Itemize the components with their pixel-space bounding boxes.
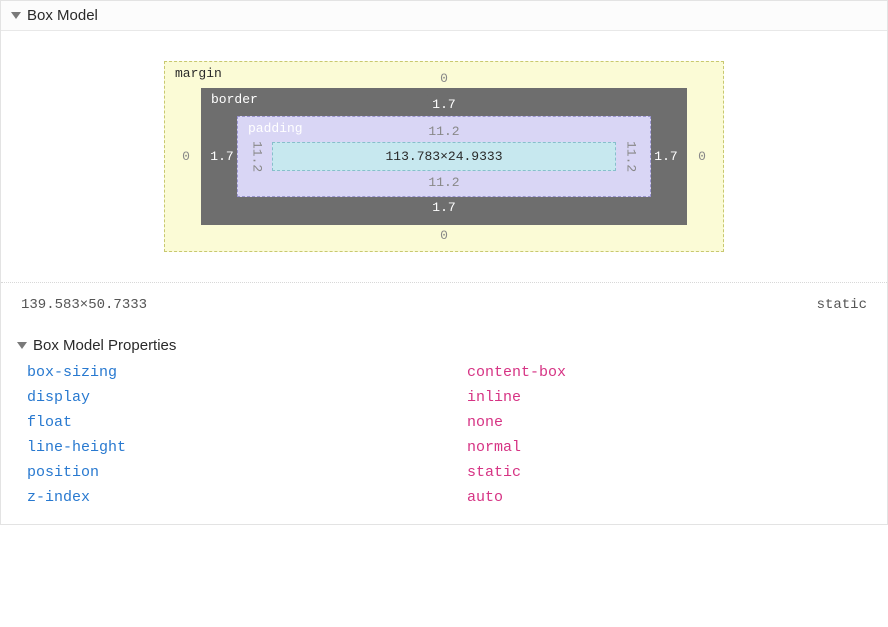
border-left-value[interactable]: 1.7 xyxy=(202,147,241,167)
padding-label: padding xyxy=(248,121,303,136)
property-name: display xyxy=(27,389,467,406)
property-name: line-height xyxy=(27,439,467,456)
chevron-down-icon xyxy=(17,342,27,349)
border-region[interactable]: border 1.7 1.7 padding 11.2 11.2 113.783… xyxy=(201,88,687,225)
box-model-properties-section: Box Model Properties box-sizingcontent-b… xyxy=(1,331,887,524)
property-row[interactable]: z-indexauto xyxy=(1,485,887,510)
box-model-panel: Box Model margin 0 0 border 1.7 1.7 padd… xyxy=(0,0,888,525)
property-value[interactable]: inline xyxy=(467,389,521,406)
property-row[interactable]: positionstatic xyxy=(1,460,887,485)
border-label: border xyxy=(211,92,258,107)
section-title: Box Model xyxy=(27,7,98,24)
border-bottom-value[interactable]: 1.7 xyxy=(424,198,463,218)
box-model-diagram: margin 0 0 border 1.7 1.7 padding 11.2 1… xyxy=(1,31,887,283)
property-value[interactable]: normal xyxy=(467,439,521,456)
property-name: position xyxy=(27,464,467,481)
property-name: box-sizing xyxy=(27,364,467,381)
margin-bottom-value[interactable]: 0 xyxy=(440,228,448,243)
border-right-value[interactable]: 1.7 xyxy=(646,147,685,167)
margin-label: margin xyxy=(175,66,222,81)
padding-region[interactable]: padding 11.2 11.2 113.783×24.9333 11.2 1… xyxy=(237,116,651,197)
margin-left-value[interactable]: 0 xyxy=(182,149,190,164)
padding-right-value[interactable]: 11.2 xyxy=(624,141,639,172)
property-name: float xyxy=(27,414,467,431)
box-model-properties-header[interactable]: Box Model Properties xyxy=(1,331,887,360)
content-region[interactable]: 113.783×24.9333 xyxy=(272,142,616,171)
section-title: Box Model Properties xyxy=(33,337,176,354)
margin-right-value[interactable]: 0 xyxy=(698,149,706,164)
element-position-mode: static xyxy=(817,297,867,313)
property-row[interactable]: line-heightnormal xyxy=(1,435,887,460)
property-value[interactable]: static xyxy=(467,464,521,481)
property-row[interactable]: floatnone xyxy=(1,410,887,435)
chevron-down-icon xyxy=(11,12,21,19)
padding-left-value[interactable]: 11.2 xyxy=(250,141,265,172)
padding-top-value[interactable]: 11.2 xyxy=(428,124,459,139)
property-value[interactable]: auto xyxy=(467,489,503,506)
padding-bottom-value[interactable]: 11.2 xyxy=(428,175,459,190)
property-value[interactable]: content-box xyxy=(467,364,566,381)
property-row[interactable]: box-sizingcontent-box xyxy=(1,360,887,385)
box-model-section-header[interactable]: Box Model xyxy=(1,1,887,31)
element-dimensions: 139.583×50.7333 xyxy=(21,297,147,313)
dimensions-summary-row: 139.583×50.7333 static xyxy=(1,283,887,331)
border-top-value[interactable]: 1.7 xyxy=(424,95,463,115)
margin-top-value[interactable]: 0 xyxy=(440,71,448,86)
content-dimensions: 113.783×24.9333 xyxy=(385,149,502,164)
margin-region[interactable]: margin 0 0 border 1.7 1.7 padding 11.2 1… xyxy=(164,61,724,252)
property-name: z-index xyxy=(27,489,467,506)
property-value[interactable]: none xyxy=(467,414,503,431)
property-row[interactable]: displayinline xyxy=(1,385,887,410)
